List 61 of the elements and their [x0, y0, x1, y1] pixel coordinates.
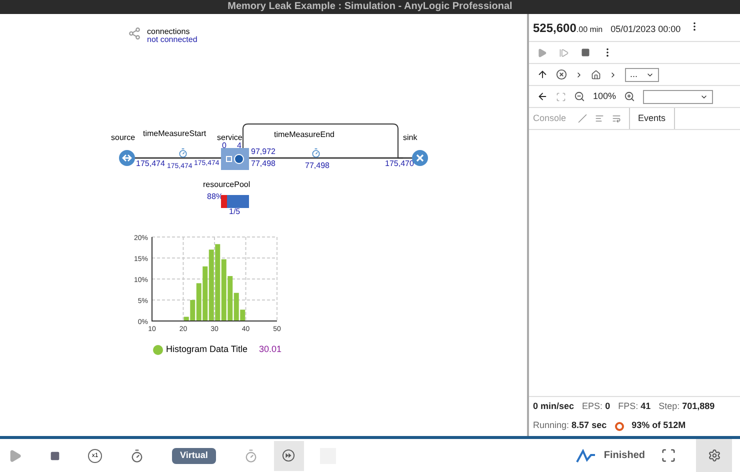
chevron-icon — [609, 70, 617, 78]
clear-icon[interactable] — [578, 114, 588, 123]
source-node-icon — [119, 150, 135, 166]
units-label: 1/5 — [229, 208, 240, 216]
service-label: service — [217, 134, 242, 142]
time-measure-start-label: timeMeasureStart — [143, 130, 206, 138]
sink-label: sink — [403, 134, 418, 142]
flow-count: 175,474 — [136, 160, 165, 168]
fullscreen-icon[interactable] — [661, 448, 676, 463]
memory-ring-icon — [614, 422, 624, 430]
model-time: 525,600.00 min — [533, 20, 603, 37]
panel-tab[interactable]: Events — [629, 108, 675, 129]
status-text: Finished — [604, 449, 645, 463]
share-icon — [128, 27, 141, 40]
wrap-icon[interactable] — [612, 114, 622, 123]
timer-icon — [178, 148, 188, 158]
flow-count: 97,972 — [251, 148, 276, 156]
align-icon[interactable] — [595, 114, 604, 123]
busy-count: 4 — [237, 142, 242, 150]
sink-node-icon — [412, 150, 428, 166]
connections-label: connections — [147, 28, 190, 36]
fast-forward-button[interactable] — [274, 440, 304, 470]
service-block-icon — [221, 148, 249, 170]
settings-button[interactable] — [696, 439, 732, 472]
timer-icon — [311, 148, 321, 158]
flow-count: 175,470 — [385, 160, 414, 168]
model-date: 05/01/2023 00:00 — [610, 23, 681, 36]
connections-status: not connected — [147, 36, 198, 44]
window-title: Memory Leak Example : Simulation - AnyLogic Professional — [228, 2, 512, 12]
flow-count: 77,498 — [305, 162, 330, 170]
home-icon[interactable] — [591, 70, 601, 80]
zoom-in-icon[interactable] — [624, 91, 636, 102]
zoom-level: 100% — [593, 90, 616, 103]
eps-reading: EPS: 0 — [582, 400, 610, 413]
navigation-dropdown[interactable]: ... — [625, 68, 659, 82]
zoom-out-icon[interactable] — [574, 91, 585, 102]
legend-label: Histogram Data Title — [166, 345, 248, 354]
fast-forward-icon — [282, 449, 296, 462]
step-reading: Step: 701,889 — [658, 400, 715, 413]
stop-icon[interactable] — [581, 48, 590, 57]
resource-pool-label: resourcePool — [203, 181, 250, 189]
time-measure-end-label: timeMeasureEnd — [274, 131, 334, 139]
resource-pool-icon — [221, 195, 249, 208]
queue-count: 0 — [222, 142, 226, 150]
memory-usage: 93% of 512M — [632, 419, 686, 432]
zigzag-status-icon — [576, 448, 596, 462]
settings-icon — [708, 449, 720, 462]
slow-down-icon[interactable] — [130, 448, 144, 462]
running-time: Running: 8.57 sec — [533, 419, 607, 432]
flow-count: 77,498 — [251, 160, 276, 168]
stop-icon[interactable] — [50, 450, 60, 460]
virtual-mode-button[interactable]: Virtual — [172, 448, 216, 464]
up-arrow-icon[interactable] — [537, 69, 548, 80]
source-label: source — [111, 134, 136, 142]
fps-reading: FPS: 41 — [618, 400, 651, 413]
legend-value: 30.01 — [259, 345, 282, 354]
back-arrow-icon[interactable] — [537, 91, 548, 102]
chevron-icon — [575, 70, 583, 78]
close-icon[interactable] — [556, 69, 567, 80]
view-dropdown[interactable] — [643, 90, 714, 104]
speed-reading: 0 min/sec — [533, 400, 574, 413]
